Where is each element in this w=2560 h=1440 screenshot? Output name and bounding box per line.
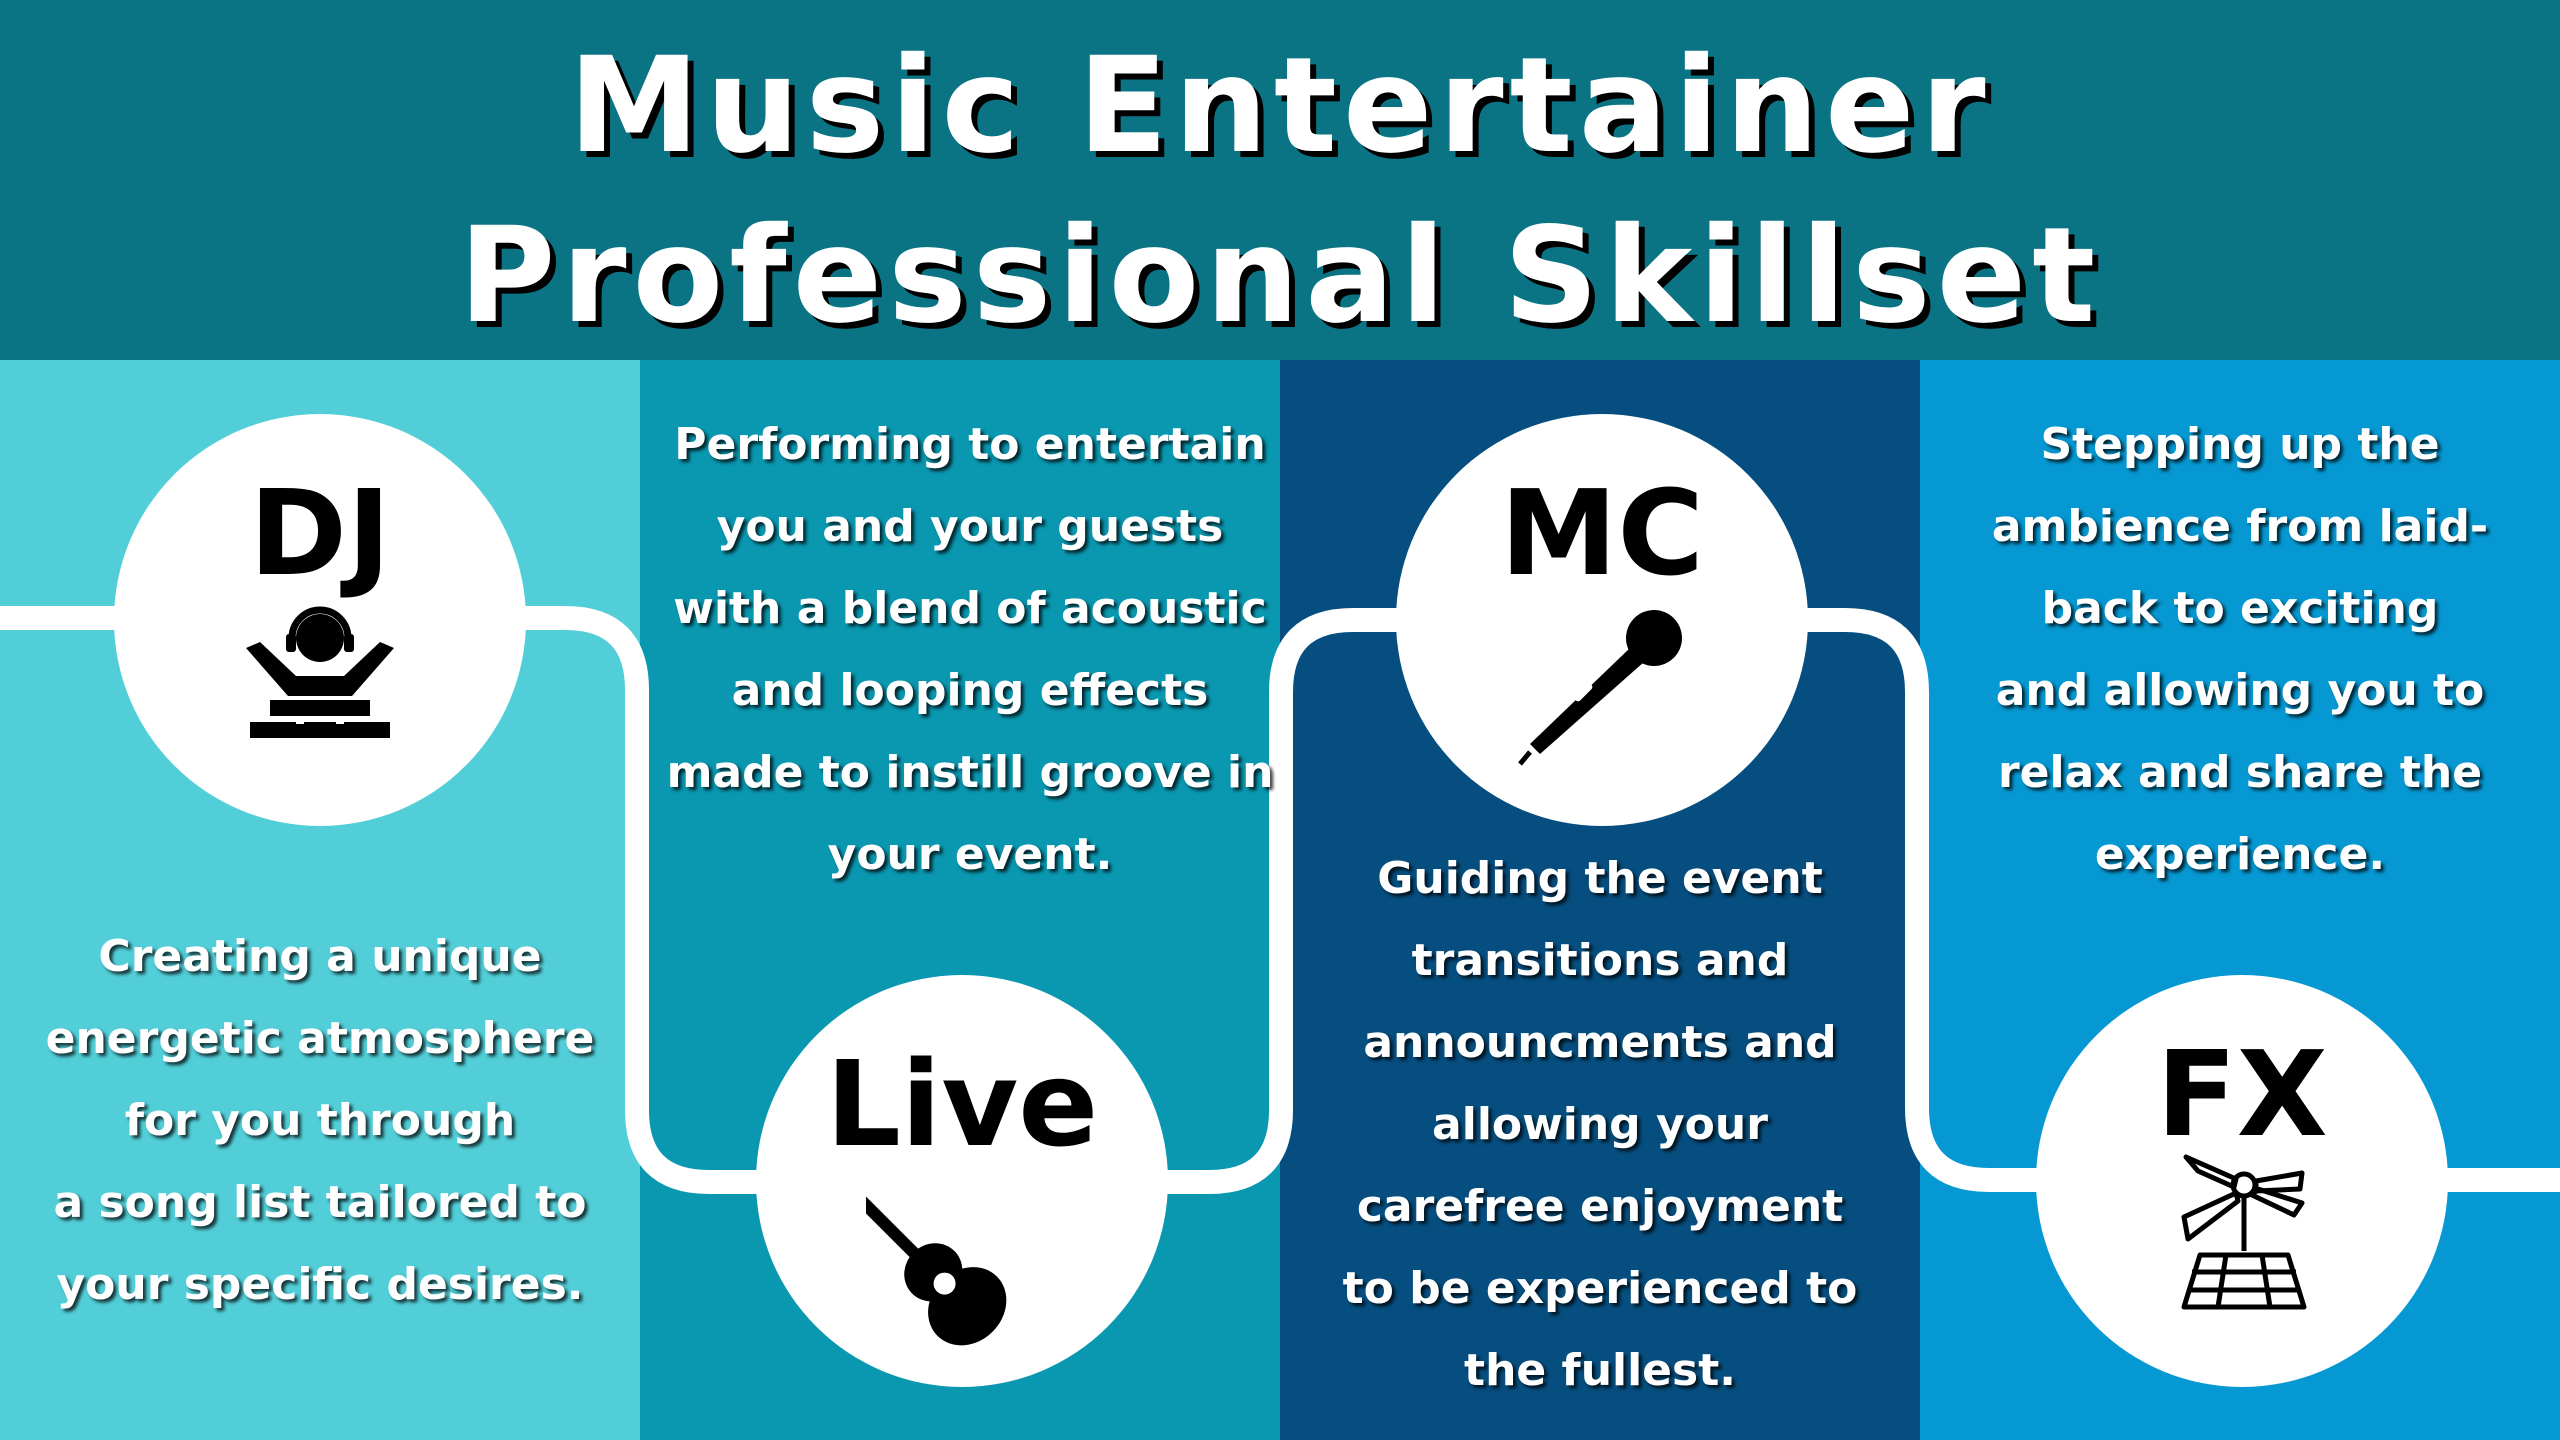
mc-description-line: carefree enjoyment xyxy=(1356,1181,1844,1232)
stage-lights-icon xyxy=(2181,1154,2307,1310)
live-description-line: Performing to entertain xyxy=(674,419,1266,470)
fx-description-line: experience. xyxy=(2094,829,2386,880)
live-description-line: made to instill groove in xyxy=(666,747,1274,798)
fx-description-line: relax and share the xyxy=(1997,747,2483,798)
live-description-line: and looping effects xyxy=(731,665,1209,716)
mc-description-line: to be experienced to xyxy=(1342,1263,1858,1314)
live-description: Performing to entertain you and your gue… xyxy=(660,404,1280,896)
title-line-1: Music Entertainer xyxy=(568,29,1992,183)
dj-description: Creating a unique energetic atmosphere f… xyxy=(20,916,620,1326)
dj-label: DJ xyxy=(249,464,391,602)
mc-description-line: transitions and xyxy=(1411,935,1789,986)
dj-description-line: for you through xyxy=(124,1095,516,1146)
dj-circle: DJ xyxy=(114,414,526,826)
live-label: Live xyxy=(825,1035,1099,1173)
header: Music Entertainer Professional Skillset xyxy=(0,0,2560,360)
live-circle: Live xyxy=(756,975,1168,1387)
fx-label: FX xyxy=(2156,1025,2328,1163)
dj-icon xyxy=(246,606,394,738)
title-line-2: Professional Skillset xyxy=(458,199,2102,353)
dj-description-line: your specific desires. xyxy=(56,1259,584,1310)
fx-description-line: and allowing you to xyxy=(1995,665,2485,716)
acoustic-guitar-icon xyxy=(866,1188,1007,1346)
dj-description-line: Creating a unique xyxy=(98,931,542,982)
mc-description-line: Guiding the event xyxy=(1377,853,1823,904)
microphone-icon xyxy=(1518,610,1682,766)
dj-description-line: energetic atmosphere xyxy=(45,1013,595,1064)
mc-description: Guiding the event transitions and announ… xyxy=(1300,838,1900,1412)
live-description-line: with a blend of acoustic xyxy=(673,583,1267,634)
fx-description: Stepping up the ambience from laid- back… xyxy=(1940,404,2540,896)
dj-description-line: a song list tailored to xyxy=(53,1177,587,1228)
fx-description-line: ambience from laid- xyxy=(1991,501,2489,552)
mc-description-line: allowing your xyxy=(1432,1099,1768,1150)
mc-label: MC xyxy=(1499,464,1705,602)
fx-circle: FX xyxy=(2036,975,2448,1387)
live-description-line: you and your guests xyxy=(716,501,1224,552)
fx-description-line: Stepping up the xyxy=(2040,419,2440,470)
mc-description-line: announcments and xyxy=(1363,1017,1837,1068)
mc-circle: MC xyxy=(1396,414,1808,826)
fx-description-line: back to exciting xyxy=(2041,583,2439,634)
mc-description-line: the fullest. xyxy=(1464,1345,1736,1396)
live-description-line: your event. xyxy=(827,829,1113,880)
